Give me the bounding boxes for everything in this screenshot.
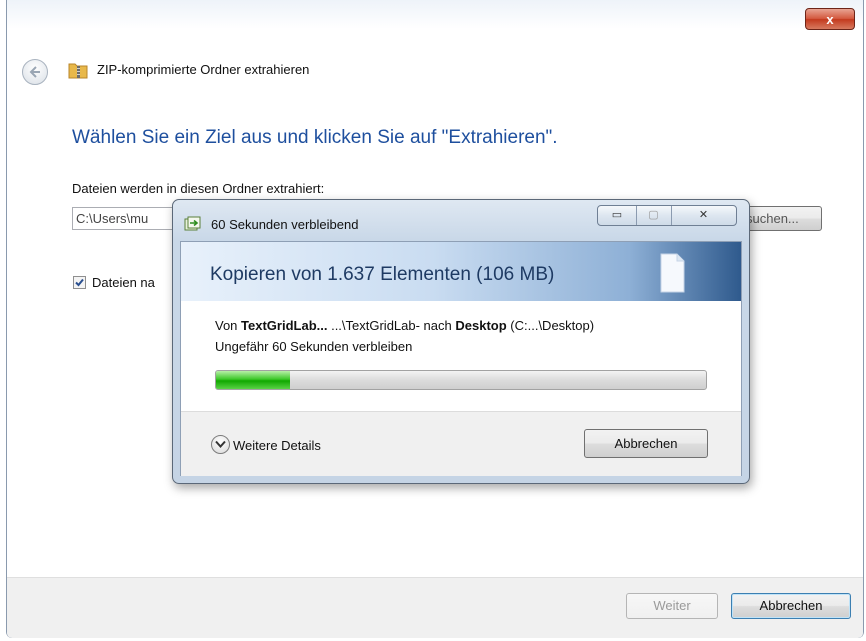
source-folder-link[interactable]: TextGridLab... bbox=[241, 318, 327, 333]
more-details-label[interactable]: Weitere Details bbox=[233, 438, 321, 453]
wizard-cancel-button[interactable]: Abbrechen bbox=[731, 593, 851, 619]
wizard-title-area bbox=[7, 0, 863, 96]
destination-label: Dateien werden in diesen Ordner extrahie… bbox=[72, 181, 325, 196]
wizard-title: ZIP-komprimierte Ordner extrahieren bbox=[97, 62, 310, 77]
dialog-banner: Kopieren von 1.637 Elementen (106 MB) bbox=[181, 242, 741, 301]
next-button[interactable]: Weiter bbox=[626, 593, 718, 619]
destination-path: (C:...\Desktop) bbox=[506, 318, 595, 333]
dialog-content-panel: Kopieren von 1.637 Elementen (106 MB) Vo… bbox=[180, 241, 742, 476]
dialog-cancel-button[interactable]: Abbrechen bbox=[584, 429, 708, 458]
progress-dialog-title: 60 Sekunden verbleibend bbox=[211, 217, 359, 232]
banner-title: Kopieren von 1.637 Elementen (106 MB) bbox=[210, 264, 555, 285]
copy-progress-icon bbox=[184, 216, 201, 231]
document-icon bbox=[660, 253, 685, 293]
progress-fill bbox=[216, 371, 290, 389]
back-button[interactable] bbox=[22, 59, 48, 85]
maximize-button[interactable]: ▢ bbox=[636, 206, 672, 225]
time-remaining-text: Ungefähr 60 Sekunden verbleiben bbox=[215, 339, 413, 354]
source-prefix: Von bbox=[215, 318, 242, 333]
copy-source-destination: Von TextGridLab... ...\TextGridLab- nach… bbox=[215, 318, 594, 333]
checkmark-icon bbox=[75, 278, 84, 287]
window-caption-buttons: ▭ ▢ ✕ bbox=[597, 205, 737, 226]
wizard-heading: Wählen Sie ein Ziel aus und klicken Sie … bbox=[72, 127, 558, 148]
minimize-button[interactable]: ▭ bbox=[598, 206, 637, 225]
dialog-footer: Weitere Details Abbrechen bbox=[181, 411, 741, 476]
back-arrow-icon bbox=[29, 66, 40, 78]
zip-folder-icon bbox=[68, 63, 88, 79]
show-files-label: Dateien na bbox=[92, 275, 155, 290]
copy-progress-dialog: 60 Sekunden verbleibend ▭ ▢ ✕ Kopieren v… bbox=[172, 199, 750, 484]
destination-folder-link[interactable]: Desktop bbox=[455, 318, 506, 333]
destination-path-input[interactable]: C:\Users\mu bbox=[72, 207, 180, 230]
dialog-close-button[interactable]: ✕ bbox=[671, 206, 736, 225]
window-close-button[interactable]: x bbox=[805, 8, 855, 30]
source-path: ...\TextGridLab- nach bbox=[327, 318, 456, 333]
show-files-checkbox[interactable] bbox=[73, 276, 86, 289]
chevron-down-icon[interactable] bbox=[211, 435, 230, 454]
copy-progress-bar bbox=[215, 370, 707, 390]
